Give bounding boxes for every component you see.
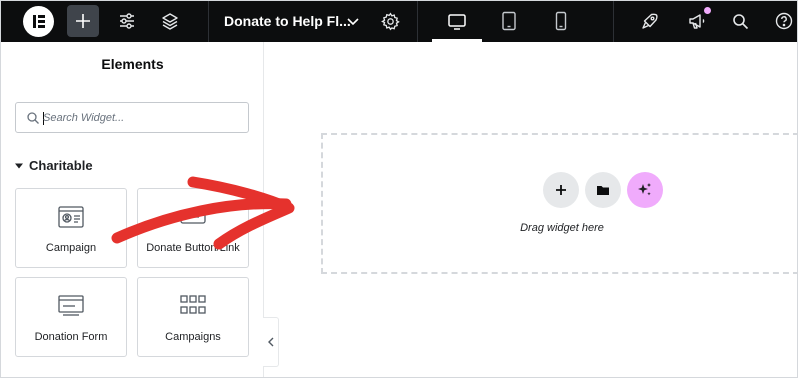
chevron-left-icon bbox=[267, 337, 273, 347]
finder-button[interactable] bbox=[728, 9, 752, 33]
page-settings-button[interactable] bbox=[378, 9, 402, 33]
plus-icon bbox=[556, 185, 566, 195]
search-widget-input[interactable] bbox=[43, 107, 243, 129]
top-bar: Donate to Help Fl... bbox=[1, 1, 797, 42]
add-element-button[interactable] bbox=[67, 5, 99, 37]
desktop-icon bbox=[448, 13, 466, 30]
toolbar-divider bbox=[613, 1, 614, 42]
donation-form-icon bbox=[58, 295, 84, 316]
search-icon bbox=[27, 112, 39, 124]
folder-icon bbox=[597, 186, 609, 195]
tablet-view-button[interactable] bbox=[496, 9, 522, 33]
campaigns-grid-icon bbox=[180, 295, 206, 314]
widget-campaign[interactable]: Campaign bbox=[15, 188, 127, 268]
widget-label: Campaigns bbox=[165, 331, 221, 343]
search-icon bbox=[732, 13, 748, 29]
gear-icon bbox=[380, 12, 400, 30]
sparkles-icon bbox=[638, 183, 651, 196]
widget-donation-form[interactable]: Donation Form bbox=[15, 277, 127, 357]
editor-window: Donate to Help Fl... Elements Search Wid… bbox=[0, 0, 798, 378]
toolbar-divider bbox=[208, 1, 209, 42]
widget-label: Campaign bbox=[45, 242, 97, 254]
category-charitable[interactable]: Charitable bbox=[15, 158, 93, 173]
donate-button-icon bbox=[180, 210, 206, 224]
help-button[interactable] bbox=[772, 9, 796, 33]
widget-donate-button-link[interactable]: Donate Button/Link bbox=[137, 188, 249, 268]
elementor-logo-icon[interactable] bbox=[23, 6, 54, 37]
widget-label: Donate Button/Link bbox=[146, 242, 240, 254]
widget-campaigns[interactable]: Campaigns bbox=[137, 277, 249, 357]
site-settings-button[interactable] bbox=[115, 9, 139, 33]
publish-checklist-button[interactable] bbox=[638, 9, 662, 33]
add-section-button[interactable] bbox=[543, 172, 579, 208]
document-title[interactable]: Donate to Help Fl... bbox=[224, 1, 351, 42]
sliders-icon bbox=[120, 13, 134, 29]
panel-title: Elements bbox=[101, 56, 164, 72]
structure-button[interactable] bbox=[158, 9, 182, 33]
search-widget-box[interactable] bbox=[15, 102, 249, 133]
ai-generate-button[interactable] bbox=[627, 172, 663, 208]
widget-label: Donation Form bbox=[34, 331, 108, 343]
elements-panel: Elements Charitable bbox=[1, 42, 264, 377]
caret-down-icon bbox=[15, 163, 23, 168]
tablet-icon bbox=[502, 11, 516, 31]
notification-badge bbox=[704, 7, 711, 14]
desktop-view-button[interactable] bbox=[432, 1, 482, 42]
megaphone-icon bbox=[689, 14, 705, 29]
add-template-button[interactable] bbox=[585, 172, 621, 208]
dropzone-hint: Drag widget here bbox=[520, 222, 604, 234]
mobile-icon bbox=[555, 11, 567, 31]
document-menu-chevron-icon[interactable] bbox=[345, 11, 361, 31]
collapse-panel-button[interactable] bbox=[263, 317, 279, 367]
campaign-icon bbox=[58, 206, 84, 228]
help-icon bbox=[775, 12, 793, 30]
rocket-icon bbox=[642, 13, 658, 29]
layers-icon bbox=[162, 13, 178, 30]
category-label: Charitable bbox=[29, 158, 93, 173]
toolbar-divider bbox=[417, 1, 418, 42]
mobile-view-button[interactable] bbox=[549, 9, 573, 33]
plus-icon bbox=[76, 14, 90, 28]
